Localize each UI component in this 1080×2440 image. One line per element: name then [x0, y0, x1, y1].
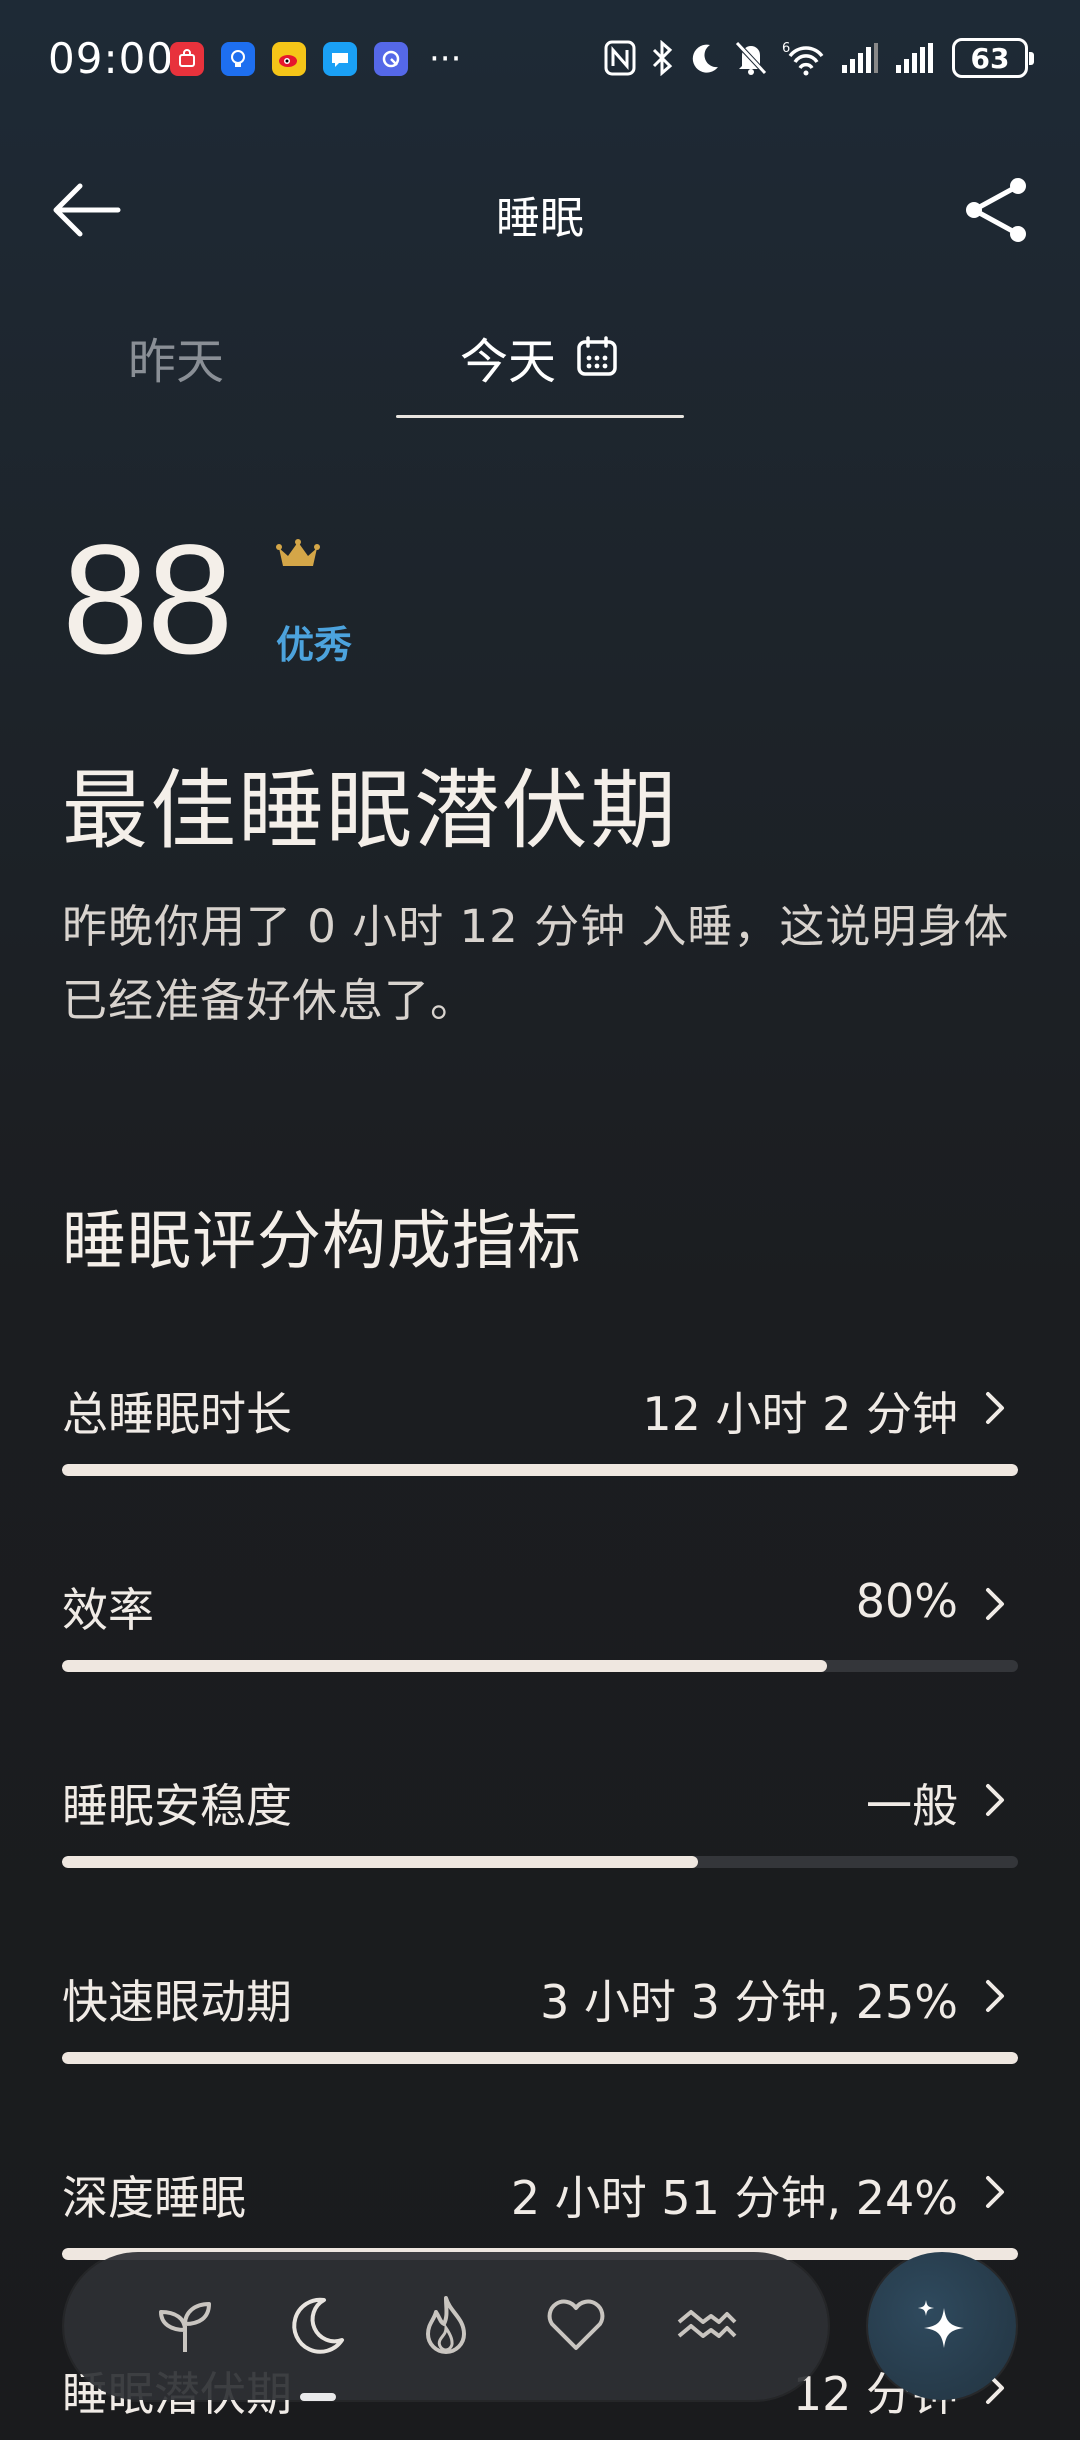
metric-progress-fill	[62, 1856, 698, 1868]
metric-progress-fill	[62, 1660, 827, 1672]
weibo-app-icon	[272, 42, 306, 76]
signal-icon-2	[896, 43, 933, 73]
metric-restfulness[interactable]: 睡眠安稳度 一般	[62, 1770, 1018, 1900]
share-button[interactable]	[956, 170, 1036, 250]
metric-label: 深度睡眠	[62, 2171, 246, 2225]
browser-app-icon	[374, 42, 408, 76]
bottom-nav	[64, 2252, 828, 2400]
insight-headline: 最佳睡眠潜伏期	[62, 761, 678, 861]
calendar-icon	[577, 336, 617, 376]
metric-value: 2 小时 51 分钟, 24%	[510, 2171, 958, 2225]
red-app-icon	[170, 42, 204, 76]
tab-yesterday[interactable]: 昨天	[128, 322, 224, 392]
moon-icon[interactable]	[284, 2294, 348, 2358]
section-title: 睡眠评分构成指标	[62, 1205, 582, 1279]
bell-off-icon	[735, 41, 767, 75]
chevron-right-icon	[986, 1392, 1004, 1424]
tab-today-label: 今天	[460, 334, 557, 390]
metric-label: 效率	[62, 1583, 154, 1637]
chevron-right-icon	[986, 1980, 1004, 2012]
metric-total-sleep[interactable]: 总睡眠时长 12 小时 2 分钟	[62, 1378, 1018, 1508]
flame-icon[interactable]	[414, 2294, 478, 2358]
dnd-moon-icon	[692, 44, 718, 73]
nfc-icon	[604, 40, 636, 76]
sleep-screen: 09:00 ··· 6 63 睡眠 昨天 今天 88 优秀 最佳睡眠潜伏期 昨晚…	[0, 0, 1080, 2440]
notification-icons: ···	[170, 42, 461, 76]
metric-label: 睡眠安稳度	[62, 1779, 292, 1833]
chat-app-icon	[323, 42, 357, 76]
home-indicator	[300, 2393, 336, 2401]
chevron-right-icon	[986, 1784, 1004, 1816]
metric-value: 80%	[855, 1574, 958, 1628]
status-bar: 09:00 ··· 6 63	[0, 0, 1080, 120]
metric-value: 一般	[866, 1779, 958, 1833]
metric-value: 12 小时 2 分钟	[642, 1387, 958, 1441]
insight-description: 昨晚你用了 0 小时 12 分钟 入睡，这说明身体已经准备好休息了。	[62, 900, 1010, 1027]
sprout-icon[interactable]	[153, 2294, 217, 2358]
bulb-app-icon	[221, 42, 255, 76]
page-title: 睡眠	[496, 193, 584, 244]
metric-label: 总睡眠时长	[62, 1387, 292, 1441]
status-time: 09:00	[48, 34, 175, 83]
chevron-right-icon	[986, 1588, 1004, 1620]
sparkle-icon	[918, 2300, 964, 2348]
metric-progress-track	[62, 1464, 1018, 1476]
metric-label: 快速眼动期	[62, 1975, 292, 2029]
metric-progress-track	[62, 1856, 1018, 1868]
share-icon	[966, 178, 1026, 242]
crown-icon	[276, 539, 320, 566]
metric-rem-sleep[interactable]: 快速眼动期 3 小时 3 分钟, 25%	[62, 1966, 1018, 2096]
active-tab-indicator	[396, 415, 684, 418]
sleep-score: 88	[62, 513, 234, 687]
tab-today[interactable]: 今天	[460, 322, 618, 392]
heart-icon[interactable]	[544, 2294, 608, 2358]
wifi-icon: 6	[782, 41, 824, 76]
bluetooth-icon	[652, 40, 673, 76]
battery-icon: 63	[952, 38, 1034, 78]
score-rating: 优秀	[276, 623, 353, 667]
ai-assistant-button[interactable]	[868, 2252, 1016, 2400]
metric-progress-track	[62, 2052, 1018, 2064]
metric-progress-track	[62, 1660, 1018, 1672]
metric-progress-fill	[62, 2052, 1018, 2064]
metric-efficiency[interactable]: 效率 80%	[62, 1574, 1018, 1704]
metric-value: 3 小时 3 分钟, 25%	[540, 1975, 958, 2029]
more-notifications-icon: ···	[429, 39, 462, 79]
signal-icon-1	[842, 43, 878, 73]
system-icons: 6 63	[604, 38, 1034, 78]
waves-icon[interactable]	[675, 2294, 739, 2358]
chevron-right-icon	[986, 2176, 1004, 2208]
metric-progress-fill	[62, 1464, 1018, 1476]
svg-text:6: 6	[782, 41, 790, 56]
